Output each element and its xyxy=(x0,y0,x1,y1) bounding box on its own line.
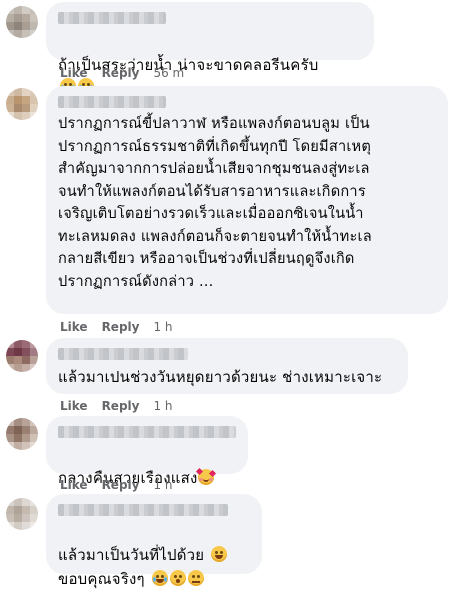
like-button[interactable]: Like xyxy=(60,399,88,413)
comment-actions: Like Reply 1 h xyxy=(60,319,173,335)
grinning-smile-emoji xyxy=(211,545,228,562)
comment-text: ปรากฏการณ์ขี้ปลาวาฬ หรือแพลงก์ตอนบลูม เป… xyxy=(58,115,372,290)
author-name[interactable] xyxy=(58,96,166,108)
comment-actions: Like Reply 1 h xyxy=(60,398,173,414)
author-name[interactable] xyxy=(58,426,236,438)
comment-text: แล้วมาเปนช่วงวันหยุดยาวด้วยนะ ช่างเหมาะเ… xyxy=(58,368,383,386)
flushed-emoji xyxy=(187,569,204,586)
author-name[interactable] xyxy=(58,12,166,24)
smiling-hearts-emoji xyxy=(195,467,216,485)
astonished-emoji xyxy=(169,569,186,586)
reply-button[interactable]: Reply xyxy=(102,320,140,334)
timestamp[interactable]: 1 h xyxy=(153,399,172,413)
timestamp[interactable]: 56 m xyxy=(153,66,184,80)
avatar[interactable] xyxy=(6,6,38,38)
author-name[interactable] xyxy=(58,348,188,360)
tears-of-joy-emoji xyxy=(151,569,168,586)
avatar[interactable] xyxy=(6,498,38,530)
reply-button[interactable]: Reply xyxy=(102,399,140,413)
like-button[interactable]: Like xyxy=(60,478,88,492)
timestamp[interactable]: 1 h xyxy=(153,478,172,492)
comment-actions: Like Reply 56 m xyxy=(60,65,184,81)
avatar[interactable] xyxy=(6,88,38,120)
avatar[interactable] xyxy=(6,340,38,372)
avatar[interactable] xyxy=(6,418,38,450)
reply-button[interactable]: Reply xyxy=(102,478,140,492)
like-button[interactable]: Like xyxy=(60,66,88,80)
timestamp[interactable]: 1 h xyxy=(153,320,172,334)
like-button[interactable]: Like xyxy=(60,320,88,334)
author-name[interactable] xyxy=(58,504,228,516)
comment-text: ขอบคุณจริงๆ xyxy=(58,545,204,590)
reply-button[interactable]: Reply xyxy=(102,66,140,80)
comment-actions: Like Reply 1 h xyxy=(60,477,173,493)
